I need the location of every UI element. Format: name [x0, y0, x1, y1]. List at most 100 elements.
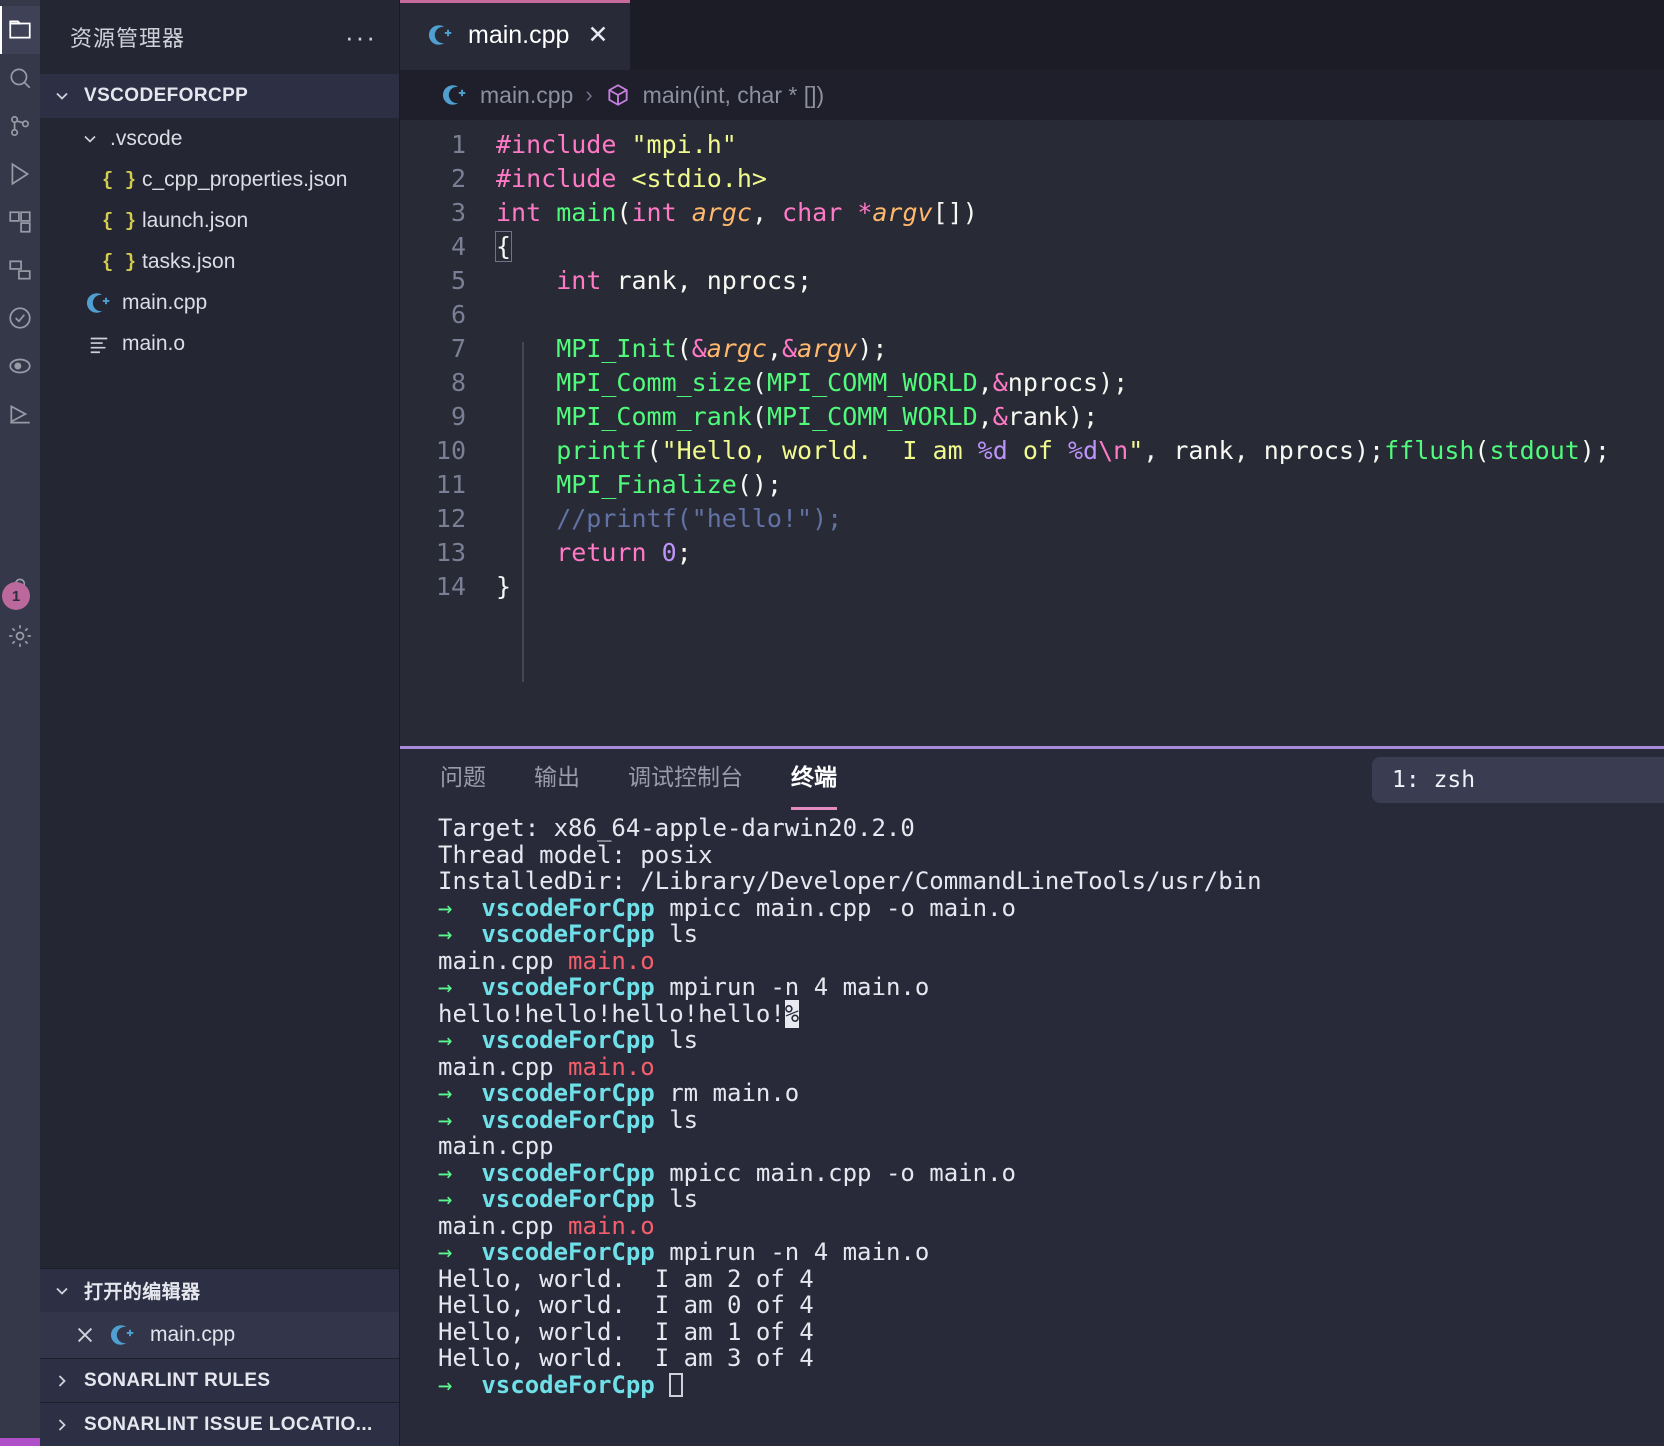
terminal-segment: → — [438, 1105, 482, 1134]
code-token: rank, nprocs; — [616, 266, 813, 295]
code-token: %d — [1068, 436, 1099, 465]
terminal-segment: → — [438, 1238, 482, 1266]
tab-problems[interactable]: 问题 — [440, 758, 486, 798]
section-open-editors[interactable]: 打开的编辑器 — [40, 1268, 399, 1312]
code-token: ); — [1579, 436, 1610, 465]
code-line-text: { — [492, 230, 1664, 264]
terminal-line: → vscodeForCpp ls — [438, 1027, 1664, 1054]
tree-item-launch-json[interactable]: { } launch.json — [40, 200, 399, 241]
chevron-down-icon — [80, 129, 100, 149]
tree-item-tasks-json[interactable]: { } tasks.json — [40, 241, 399, 282]
tree-item-vscode-folder[interactable]: .vscode — [40, 118, 399, 159]
cpp-file-icon — [428, 22, 454, 48]
code-line: 10 printf("Hello, world. I am %d of %d\n… — [400, 434, 1664, 468]
code-line-text: return 0; — [492, 536, 1664, 570]
open-editor-item-main-cpp[interactable]: main.cpp — [40, 1312, 399, 1358]
code-token: ( — [751, 368, 767, 397]
chevron-right-icon — [52, 1415, 72, 1435]
docker-icon[interactable] — [0, 342, 40, 390]
tree-item-c-cpp-properties[interactable]: { } c_cpp_properties.json — [40, 159, 399, 200]
section-sonarlint-rules[interactable]: SONARLINT RULES — [40, 1358, 399, 1402]
tree-item-main-o[interactable]: main.o — [40, 323, 399, 364]
terminal-segment: Hello, world. I am 3 of 4 — [438, 1344, 814, 1372]
close-icon[interactable] — [74, 1324, 96, 1346]
json-file-icon: { } — [101, 209, 137, 232]
close-icon[interactable]: ✕ — [587, 22, 608, 48]
code-line-text: #include "mpi.h" — [492, 128, 1664, 162]
terminal-segment: vscodeForCpp — [481, 1158, 655, 1187]
code-token: ; — [676, 538, 692, 567]
terminal-line: → vscodeForCpp mpicc main.cpp -o main.o — [438, 894, 1664, 922]
source-control-icon[interactable] — [0, 102, 40, 150]
code-line: 8 MPI_Comm_size(MPI_COMM_WORLD,&nprocs); — [400, 366, 1664, 400]
tab-terminal[interactable]: 终端 — [791, 758, 837, 810]
tree-root-folder[interactable]: VSCODEFORCPP — [40, 74, 399, 118]
code-token: argv — [797, 334, 858, 363]
code-token: & — [782, 334, 798, 363]
editor-tab-bar: main.cpp ✕ — [400, 0, 1664, 70]
tree-item-label: c_cpp_properties.json — [142, 167, 348, 191]
code-token: ); — [857, 334, 888, 363]
terminal-segment: → — [438, 973, 482, 1001]
search-icon[interactable] — [0, 54, 40, 102]
more-actions-icon[interactable]: ··· — [345, 24, 377, 50]
code-token: ); — [1068, 402, 1099, 431]
terminal-line: → vscodeForCpp — [438, 1371, 1664, 1399]
code-content: 1 #include "mpi.h" 2 #include <stdio.h> 3 int… — [400, 128, 1664, 604]
terminal-segment: vscodeForCpp — [481, 1026, 655, 1054]
code-token: { — [494, 231, 513, 262]
line-number: 2 — [450, 164, 466, 193]
code-editor[interactable]: 1 #include "mpi.h" 2 #include <stdio.h> 3 int… — [400, 120, 1664, 746]
run-icon[interactable] — [0, 390, 40, 438]
account-badge: 1 — [2, 582, 30, 610]
section-sonarlint-issue-locations[interactable]: SONARLINT ISSUE LOCATIO... — [40, 1402, 399, 1446]
code-token: "Hello, world. I am — [661, 436, 978, 465]
cpp-file-icon — [86, 290, 112, 316]
code-token: #include — [496, 130, 632, 159]
tree-item-label: main.o — [122, 331, 186, 355]
code-line-text: //printf("hello!"); — [492, 502, 1664, 536]
code-token: ( — [676, 334, 692, 363]
code-line: 4{ — [400, 230, 1664, 264]
terminal-segment: mpicc main.cpp -o main.o — [654, 1158, 1016, 1187]
open-editor-label: main.cpp — [150, 1323, 236, 1346]
terminal-segment: ls — [654, 1105, 699, 1134]
explorer-sidebar: 资源管理器 ··· VSCODEFORCPP .vscode { } c_cpp… — [40, 0, 400, 1446]
code-token: fflush — [1384, 436, 1475, 465]
activity-bar: 1 — [0, 0, 40, 1446]
account-icon[interactable]: 1 — [0, 564, 40, 612]
code-token: argc — [691, 198, 752, 227]
tab-debug-console[interactable]: 调试控制台 — [628, 758, 743, 798]
status-bar-sliver — [0, 1438, 40, 1446]
remote-explorer-icon[interactable] — [0, 246, 40, 294]
line-number: 5 — [450, 266, 466, 295]
explorer-icon[interactable] — [0, 6, 40, 54]
testing-icon[interactable] — [0, 294, 40, 342]
breadcrumb-separator: › — [585, 82, 593, 107]
terminal-output[interactable]: Target: x86_64-apple-darwin20.2.0 Thread … — [400, 807, 1664, 1446]
extensions-icon[interactable] — [0, 198, 40, 246]
sidebar-title: 资源管理器 — [70, 26, 186, 51]
tree-item-main-cpp[interactable]: main.cpp — [40, 282, 399, 323]
code-token: ( — [1474, 436, 1490, 465]
terminal-selector-dropdown[interactable]: 1: zsh — [1372, 757, 1664, 803]
run-debug-icon[interactable] — [0, 150, 40, 198]
code-line-text: MPI_Init(&argc,&argv); — [492, 332, 1664, 366]
tab-main-cpp[interactable]: main.cpp ✕ — [400, 0, 631, 70]
code-token: , — [977, 402, 993, 431]
settings-gear-icon[interactable] — [0, 612, 40, 660]
code-token: int — [631, 198, 692, 227]
terminal-line: → vscodeForCpp mpicc main.cpp -o main.o — [438, 1158, 1664, 1187]
breadcrumb-file[interactable]: main.cpp — [480, 82, 573, 109]
code-token: " — [1128, 436, 1144, 465]
line-number: 6 — [450, 300, 466, 329]
terminal-segment: vscodeForCpp — [481, 973, 655, 1001]
sidebar-header: 资源管理器 ··· — [40, 0, 399, 74]
json-file-icon: { } — [101, 250, 137, 273]
tab-output[interactable]: 输出 — [534, 758, 580, 798]
breadcrumb-symbol[interactable]: main(int, char * []) — [643, 82, 825, 109]
line-number: 10 — [435, 436, 466, 465]
